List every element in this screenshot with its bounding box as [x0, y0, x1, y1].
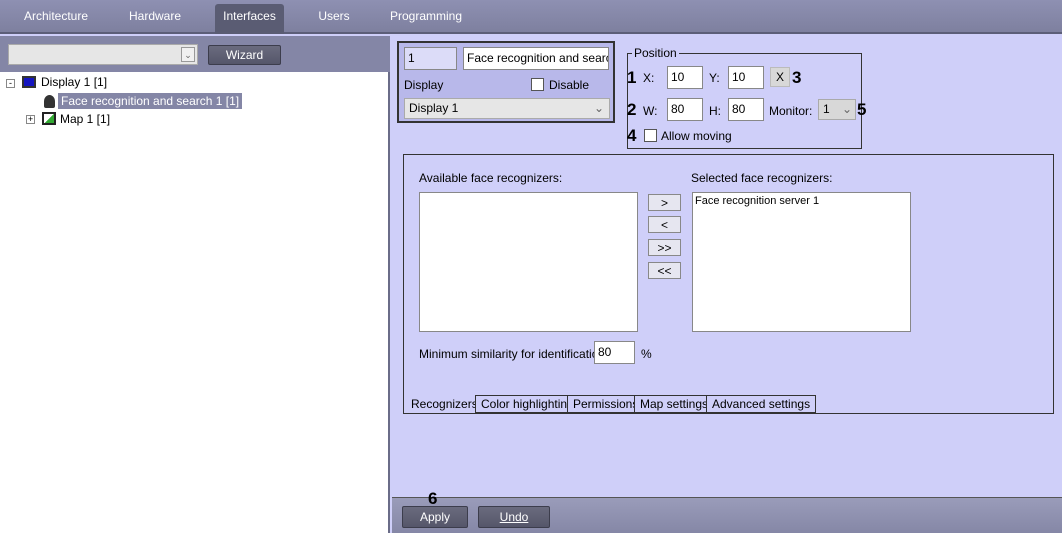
allow-moving-label: Allow moving	[661, 129, 732, 143]
marker-4: 4	[627, 126, 637, 145]
undo-button[interactable]: Undo	[478, 506, 550, 528]
name-field[interactable]: Face recognition and search 1	[463, 47, 609, 70]
tab-hardware[interactable]: Hardware	[112, 4, 198, 34]
monitor-select[interactable]: 1 ⌄	[818, 99, 856, 120]
bottom-bar: Apply Undo	[392, 497, 1062, 533]
subtab-advanced-settings[interactable]: Advanced settings	[706, 395, 817, 413]
w-field[interactable]: 80	[667, 98, 703, 121]
selected-label: Selected face recognizers:	[691, 171, 833, 185]
available-list[interactable]	[419, 192, 638, 332]
position-title: Position	[632, 46, 679, 60]
reset-position-button[interactable]: X	[770, 67, 790, 87]
marker-5: 5	[857, 100, 867, 119]
list-item[interactable]: Face recognition server 1	[695, 195, 908, 207]
tab-interfaces[interactable]: Interfaces	[215, 4, 284, 34]
marker-2: 2	[627, 100, 637, 119]
w-label: W:	[643, 104, 658, 118]
object-type-combo[interactable]: ⌄	[8, 44, 198, 65]
display-select-value: Display 1	[409, 101, 459, 115]
tree-item-face-recognition[interactable]: Face recognition and search 1 [1]	[58, 93, 243, 109]
x-label: X:	[643, 71, 655, 85]
remove-button[interactable]: <	[648, 216, 681, 233]
subtab-color-highlighting[interactable]: Color highlighting	[475, 395, 580, 413]
chevron-down-icon: ⌄	[181, 47, 195, 62]
marker-3: 3	[792, 68, 802, 87]
display-select[interactable]: Display 1 ⌄	[404, 98, 610, 119]
y-field[interactable]: 10	[728, 66, 764, 89]
display-label: Display	[404, 78, 444, 92]
monitor-label: Monitor:	[769, 104, 813, 118]
chevron-down-icon: ⌄	[841, 102, 852, 116]
remove-all-button[interactable]: <<	[648, 262, 681, 279]
subtab-map-settings[interactable]: Map settings	[634, 395, 715, 413]
h-label: H:	[709, 104, 721, 118]
wizard-button[interactable]: Wizard	[208, 45, 281, 65]
object-properties-box: 1 Face recognition and search 1 Display …	[397, 41, 615, 123]
add-all-button[interactable]: >>	[648, 239, 681, 256]
disable-label: Disable	[549, 78, 590, 92]
disable-checkbox[interactable]	[531, 78, 544, 91]
marker-1: 1	[627, 68, 637, 87]
x-field[interactable]: 10	[667, 66, 703, 89]
tab-architecture[interactable]: Architecture	[12, 4, 100, 34]
map-icon	[42, 112, 56, 125]
available-label: Available face recognizers:	[419, 171, 563, 185]
allow-moving-checkbox[interactable]	[644, 129, 657, 142]
marker-6: 6	[428, 489, 438, 508]
monitor-value: 1	[823, 102, 830, 116]
h-field[interactable]: 80	[728, 98, 764, 121]
tree-item-display[interactable]: Display 1 [1]	[41, 75, 107, 89]
similarity-label: Minimum similarity for identification:	[419, 347, 609, 361]
similarity-field[interactable]: 80	[594, 341, 635, 364]
tab-users[interactable]: Users	[305, 4, 363, 34]
subtab-permissions[interactable]: Permissions	[567, 395, 645, 413]
monitor-icon	[22, 76, 36, 88]
tree-item-map[interactable]: Map 1 [1]	[60, 112, 110, 126]
subtab-recognizers[interactable]: Recognizers	[405, 395, 484, 413]
add-button[interactable]: >	[648, 194, 681, 211]
apply-button[interactable]: Apply	[402, 506, 468, 528]
top-tab-bar: Architecture Hardware Interfaces Users P…	[0, 0, 1062, 34]
selected-list[interactable]: Face recognition server 1	[692, 192, 911, 332]
id-field[interactable]: 1	[404, 47, 457, 70]
left-toolbar: ⌄ Wizard	[0, 36, 390, 72]
collapse-icon[interactable]: -	[6, 79, 15, 88]
percent-label: %	[641, 347, 652, 361]
tab-programming[interactable]: Programming	[385, 4, 467, 34]
object-tree: - Display 1 [1] Face recognition and sea…	[0, 72, 390, 533]
y-label: Y:	[709, 71, 720, 85]
expand-icon[interactable]: +	[26, 115, 35, 124]
chevron-down-icon: ⌄	[593, 101, 604, 115]
face-icon	[44, 95, 55, 108]
